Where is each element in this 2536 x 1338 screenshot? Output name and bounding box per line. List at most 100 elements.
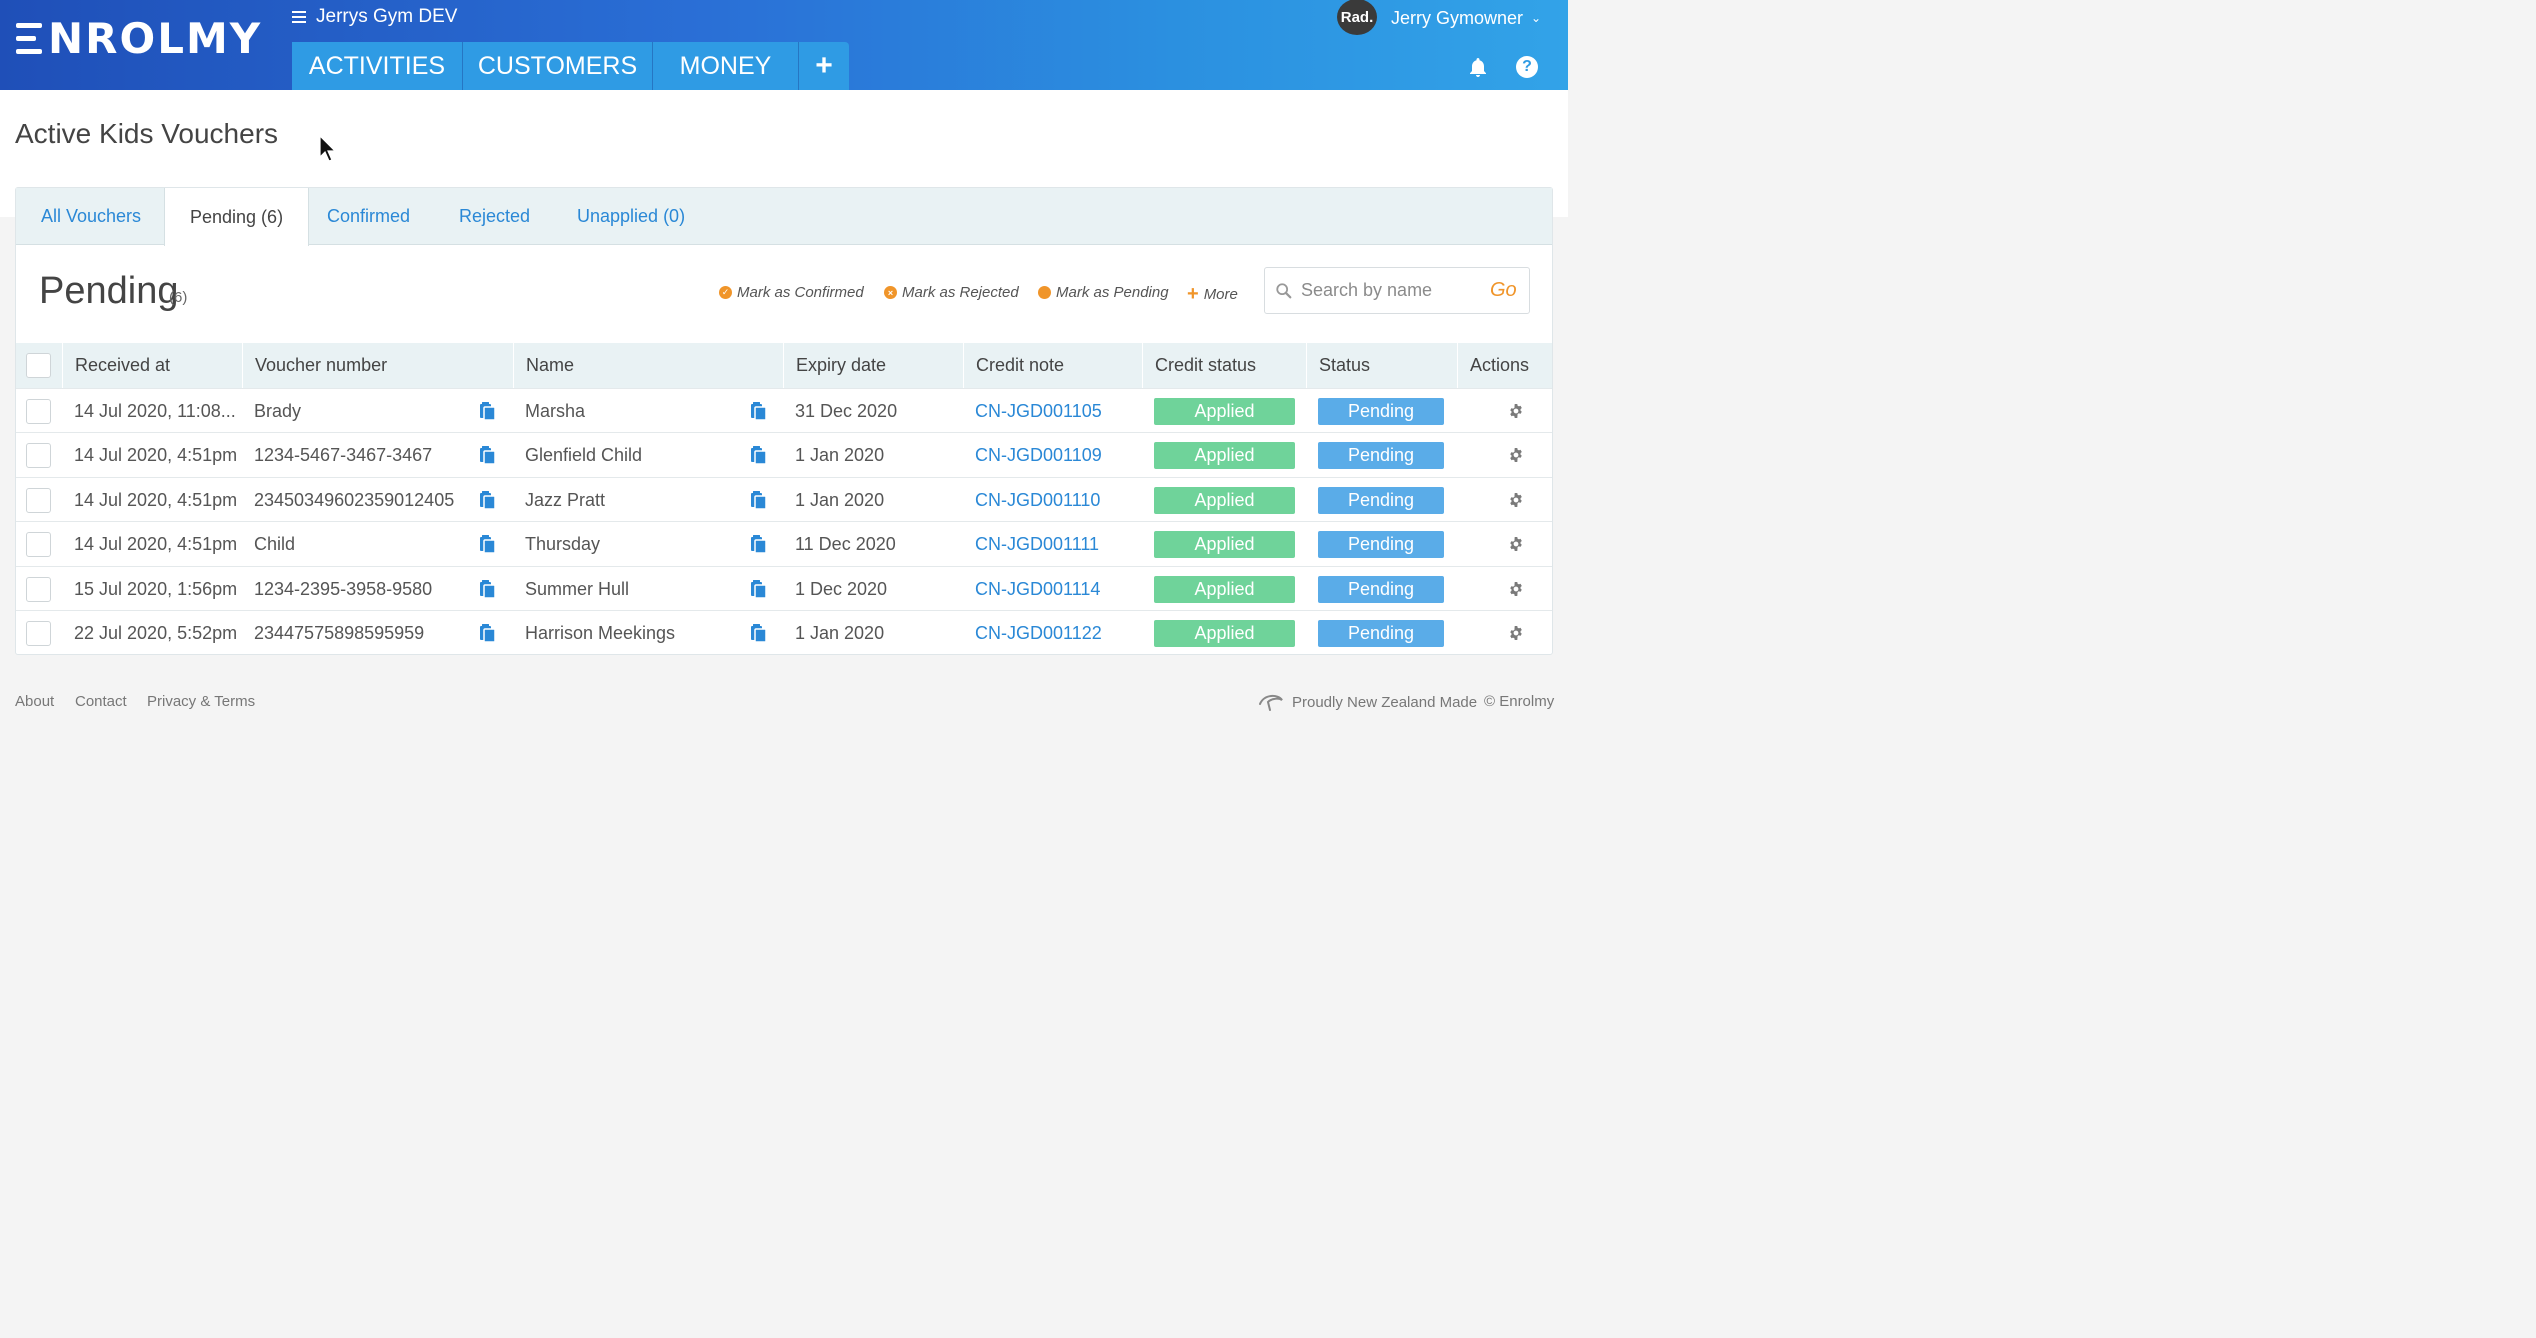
footer-contact-link[interactable]: Contact xyxy=(75,693,127,710)
voucher-number-cell: 1234-5467-3467-3467 xyxy=(254,444,433,465)
credit-status-badge: Applied xyxy=(1154,486,1295,514)
table-row[interactable]: 14 Jul 2020, 4:51pm 23450349602359012405 J… xyxy=(16,477,1552,522)
search-icon xyxy=(1276,282,1292,298)
row-checkbox-cell xyxy=(26,611,51,655)
credit-status-badge: Applied xyxy=(1154,575,1295,603)
avatar: Rad. xyxy=(1337,0,1377,35)
credit-status-badge: Applied xyxy=(1154,619,1295,647)
table-row[interactable]: 22 Jul 2020, 5:52pm 23447575898595959 Harr… xyxy=(16,610,1552,655)
gear-icon[interactable] xyxy=(1508,433,1524,477)
help-icon[interactable]: ? xyxy=(1516,56,1538,78)
table-row[interactable]: 14 Jul 2020, 4:51pm 1234-5467-3467-3467 Gl… xyxy=(16,432,1552,477)
cursor-icon xyxy=(319,135,337,162)
col-expiry-date[interactable]: Expiry date xyxy=(783,343,963,388)
credit-note-link[interactable]: CN-JGD001122 xyxy=(975,611,1102,655)
status-cell: Pending xyxy=(1318,478,1444,522)
col-received-at[interactable]: Received at xyxy=(62,343,242,388)
gear-icon[interactable] xyxy=(1508,522,1524,566)
user-name: Jerry Gymowner xyxy=(1391,7,1524,28)
copy-icon[interactable] xyxy=(479,611,497,655)
nav-money[interactable]: MONEY xyxy=(653,42,799,90)
status-badge: Pending xyxy=(1318,486,1444,514)
credit-note-link[interactable]: CN-JGD001110 xyxy=(975,478,1100,522)
copy-icon[interactable] xyxy=(479,567,497,611)
credit-note-link[interactable]: CN-JGD001114 xyxy=(975,567,1100,611)
copy-icon[interactable] xyxy=(750,567,768,611)
copy-icon[interactable] xyxy=(750,389,768,433)
tab-all-vouchers[interactable]: All Vouchers xyxy=(16,188,166,245)
col-name[interactable]: Name xyxy=(513,343,783,388)
expiry-date-cell: 1 Dec 2020 xyxy=(795,578,888,599)
vouchers-card: All Vouchers Pending (6) Confirmed Rejec… xyxy=(15,187,1553,655)
tab-pending[interactable]: Pending (6) xyxy=(164,188,310,246)
org-switcher[interactable]: Jerrys Gym DEV xyxy=(292,6,457,28)
tab-rejected[interactable]: Rejected xyxy=(434,188,555,245)
nz-made: Proudly New Zealand Made xyxy=(1258,692,1477,712)
nav-customers[interactable]: CUSTOMERS xyxy=(463,42,653,90)
copy-icon[interactable] xyxy=(750,478,768,522)
row-checkbox[interactable] xyxy=(26,398,51,424)
table-row[interactable]: 15 Jul 2020, 1:56pm 1234-2395-3958-9580 Su… xyxy=(16,566,1552,611)
select-all-checkbox[interactable] xyxy=(26,353,51,378)
mark-confirmed-button[interactable]: ✓ Mark as Confirmed xyxy=(719,284,864,301)
name-cell: Summer Hull xyxy=(525,578,630,599)
page-title: Active Kids Vouchers xyxy=(15,118,279,149)
credit-note-link[interactable]: CN-JGD001109 xyxy=(975,433,1102,477)
copy-icon[interactable] xyxy=(479,522,497,566)
user-menu[interactable]: Rad. Jerry Gymowner ⌄ xyxy=(1337,0,1541,36)
status-cell: Pending xyxy=(1318,611,1444,655)
status-cell: Pending xyxy=(1318,567,1444,611)
copy-icon[interactable] xyxy=(479,389,497,433)
select-all-cell xyxy=(16,343,62,388)
col-credit-status[interactable]: Credit status xyxy=(1142,343,1306,388)
copy-icon[interactable] xyxy=(750,433,768,477)
mark-pending-button[interactable]: Mark as Pending xyxy=(1038,284,1169,301)
section-title: Pending xyxy=(39,270,179,312)
tab-confirmed[interactable]: Confirmed xyxy=(302,188,435,245)
voucher-number-cell: 23447575898595959 xyxy=(254,622,425,643)
voucher-number-cell: 1234-2395-3958-9580 xyxy=(254,578,433,599)
copy-icon[interactable] xyxy=(750,522,768,566)
row-checkbox-cell xyxy=(26,522,51,566)
row-checkbox[interactable] xyxy=(26,442,51,468)
footer-about-link[interactable]: About xyxy=(15,693,54,710)
footer-privacy-link[interactable]: Privacy & Terms xyxy=(147,693,255,710)
gear-icon[interactable] xyxy=(1508,389,1524,433)
row-checkbox[interactable] xyxy=(26,531,51,557)
copy-icon[interactable] xyxy=(750,611,768,655)
nav-activities[interactable]: ACTIVITIES xyxy=(292,42,463,90)
main-nav: ACTIVITIES CUSTOMERS MONEY + xyxy=(292,42,849,90)
copy-icon[interactable] xyxy=(479,433,497,477)
credit-note-link[interactable]: CN-JGD001111 xyxy=(975,522,1099,566)
search-go-button[interactable]: Go xyxy=(1490,279,1517,302)
col-status[interactable]: Status xyxy=(1306,343,1457,388)
credit-note-link[interactable]: CN-JGD001105 xyxy=(975,389,1102,433)
status-badge: Pending xyxy=(1318,397,1444,425)
more-button[interactable]: + More xyxy=(1187,284,1238,304)
nz-made-label: Proudly New Zealand Made xyxy=(1292,693,1478,711)
mark-rejected-button[interactable]: × Mark as Rejected xyxy=(884,284,1019,301)
bell-icon[interactable] xyxy=(1466,56,1490,80)
row-checkbox[interactable] xyxy=(26,620,51,646)
gear-icon[interactable] xyxy=(1508,478,1524,522)
row-checkbox[interactable] xyxy=(26,576,51,602)
status-badge: Pending xyxy=(1318,530,1444,558)
received-at-cell: 14 Jul 2020, 4:51pm xyxy=(74,489,238,510)
search-input[interactable] xyxy=(1301,280,1486,301)
gear-icon[interactable] xyxy=(1508,611,1524,655)
mark-rejected-label: Mark as Rejected xyxy=(902,284,1019,301)
gear-icon[interactable] xyxy=(1508,567,1524,611)
col-voucher-number[interactable]: Voucher number xyxy=(242,343,513,388)
row-checkbox[interactable] xyxy=(26,487,51,513)
table-row[interactable]: 14 Jul 2020, 4:51pm Child Thursday 11 Dec 2… xyxy=(16,521,1552,566)
tab-unapplied[interactable]: Unapplied (0) xyxy=(552,188,710,245)
enrolmy-logo[interactable]: NROLMY xyxy=(16,14,262,63)
nav-add-button[interactable]: + xyxy=(799,42,849,90)
copy-icon[interactable] xyxy=(479,478,497,522)
section-count: (6) xyxy=(169,289,188,306)
menu-icon[interactable] xyxy=(292,11,306,23)
col-credit-note[interactable]: Credit note xyxy=(963,343,1142,388)
name-cell: Jazz Pratt xyxy=(525,489,606,510)
table-row[interactable]: 14 Jul 2020, 11:08... Brady Marsha 31 Dec 2… xyxy=(16,388,1552,433)
col-actions: Actions xyxy=(1457,343,1552,388)
